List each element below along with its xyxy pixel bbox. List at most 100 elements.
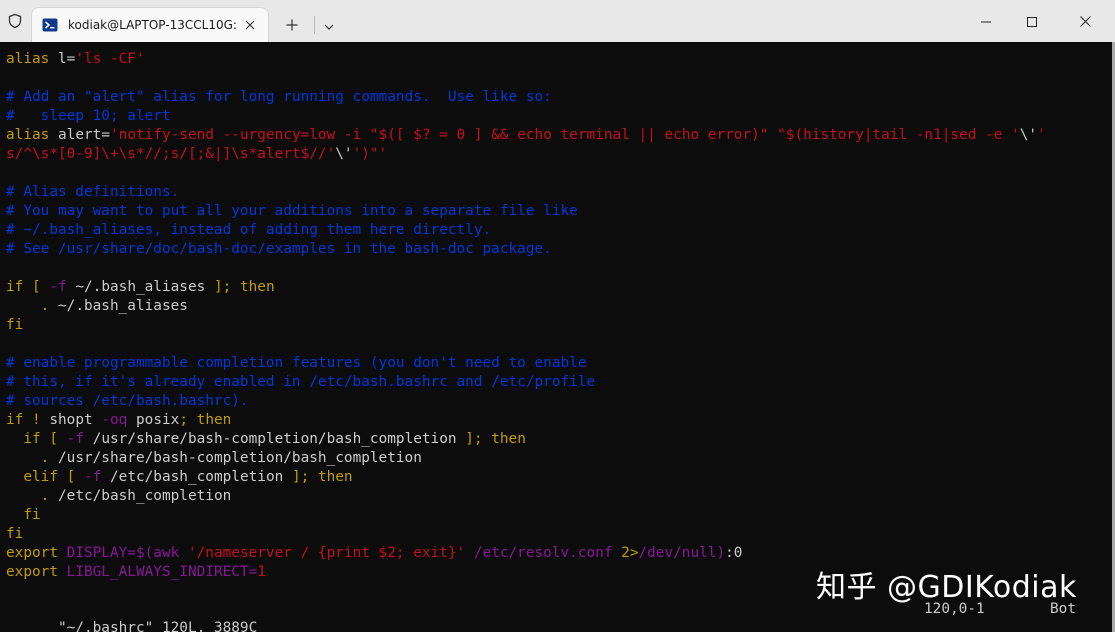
code-token: # See /usr/share/doc/bash-doc/examples i…	[6, 241, 552, 257]
code-token: then	[196, 412, 232, 428]
code-token: fi	[23, 507, 41, 523]
code-token: # ~/.bash_aliases, instead of adding the…	[6, 222, 492, 238]
code-token: \'	[335, 146, 353, 162]
code-token: -f	[66, 431, 84, 447]
editor-line[interactable]: fi	[6, 525, 1115, 544]
editor-line[interactable]: # See /usr/share/doc/bash-doc/examples i…	[6, 240, 1115, 259]
code-token: '/nameserver / {print $2; exit}'	[187, 545, 466, 561]
editor-line[interactable]	[6, 259, 1115, 278]
editor-line[interactable]: . ~/.bash_aliases	[6, 297, 1115, 316]
close-icon	[1079, 12, 1091, 31]
editor-line[interactable]: # this, if it's already enabled in /etc/…	[6, 373, 1115, 392]
code-token: :0	[725, 545, 743, 561]
code-token: # sleep 10; alert	[6, 108, 171, 124]
editor-line[interactable]: alias l='ls -CF'	[6, 50, 1115, 69]
editor-line[interactable]: . /etc/bash_completion	[6, 487, 1115, 506]
editor-line[interactable]: if [ -f /usr/share/bash-completion/bash_…	[6, 430, 1115, 449]
editor-line[interactable]	[6, 164, 1115, 183]
window-close-button[interactable]	[1055, 0, 1115, 42]
code-token: -f	[84, 469, 102, 485]
editor-line[interactable]: # sleep 10; alert	[6, 107, 1115, 126]
code-token: shopt	[40, 412, 102, 428]
editor-line[interactable]: # Alias definitions.	[6, 183, 1115, 202]
code-token: ')"'	[352, 146, 388, 162]
close-icon[interactable]	[239, 14, 260, 36]
editor-line[interactable]: alias alert='notify-send --urgency=low -…	[6, 126, 1115, 145]
code-token: $(awk	[135, 545, 188, 561]
code-token: /dev/null)	[638, 545, 726, 561]
tab-dropdown-button[interactable]	[315, 8, 343, 42]
new-tab-button[interactable]	[278, 8, 306, 42]
code-token: # Add an "alert" alias for long running …	[6, 89, 552, 105]
editor-line[interactable]: # You may want to put all your additions…	[6, 202, 1115, 221]
code-token: 'notify-send --urgency=low -i "$([ $? = …	[110, 127, 1020, 143]
code-token: ~/.bash_aliases	[49, 298, 188, 314]
code-token: alert	[58, 127, 102, 143]
code-token: export	[6, 545, 58, 561]
code-token: # Alias definitions.	[6, 184, 180, 200]
code-token: ];	[291, 469, 310, 485]
editor-line[interactable]: # ~/.bash_aliases, instead of adding the…	[6, 221, 1115, 240]
editor-line[interactable]: # enable programmable completion feature…	[6, 354, 1115, 373]
minimize-button[interactable]	[963, 0, 1009, 42]
code-token: -oq	[101, 412, 128, 428]
chevron-down-icon	[324, 16, 334, 35]
code-token: \'	[1019, 127, 1038, 143]
code-token: DISPLAY=	[66, 545, 136, 561]
code-token: 1	[257, 564, 266, 580]
code-token: elif	[23, 469, 58, 485]
editor-line[interactable]: # sources /etc/bash.bashrc).	[6, 392, 1115, 411]
editor-line[interactable]: export DISPLAY=$(awk '/nameserver / {pri…	[6, 544, 1115, 563]
code-token: [	[49, 431, 58, 447]
code-token: =	[101, 127, 110, 143]
code-token: export	[6, 564, 58, 580]
maximize-button[interactable]	[1009, 0, 1055, 42]
code-token: /usr/share/bash-completion/bash_completi…	[49, 450, 422, 466]
plus-icon	[286, 16, 298, 35]
code-token: 2>	[621, 545, 639, 561]
code-token: /etc/bash_completion	[49, 488, 232, 504]
code-token: if	[6, 412, 24, 428]
editor-line[interactable]	[6, 69, 1115, 88]
code-token: /usr/share/bash-completion/bash_completi…	[84, 431, 466, 447]
editor-line[interactable]: fi	[6, 506, 1115, 525]
shield-icon[interactable]	[0, 0, 30, 42]
code-token: ;	[179, 412, 188, 428]
minimize-icon	[981, 12, 991, 31]
code-token: if	[6, 279, 24, 295]
editor-buffer[interactable]: alias l='ls -CF' # Add an "alert" alias f…	[6, 50, 1115, 582]
code-token: if	[23, 431, 41, 447]
code-token: # You may want to put all your additions…	[6, 203, 578, 219]
editor-line[interactable]: if ! shopt -oq posix; then	[6, 411, 1115, 430]
code-token: alias	[6, 127, 50, 143]
editor-line[interactable]: s/^\s*[0-9]\+\s*//;s/[;&|]\s*alert$//'\'…	[6, 145, 1115, 164]
title-bar: kodiak@LAPTOP-13CCL10G: /r	[0, 0, 1115, 42]
code-token: # enable programmable completion feature…	[6, 355, 587, 371]
watermark: 知乎 @GDIKodiak	[816, 570, 1077, 605]
editor-line[interactable]: if [ -f ~/.bash_aliases ]; then	[6, 278, 1115, 297]
editor-line[interactable]: # Add an "alert" alias for long running …	[6, 88, 1115, 107]
code-token: fi	[6, 526, 24, 542]
terminal-pane[interactable]: alias l='ls -CF' # Add an "alert" alias f…	[0, 42, 1115, 632]
editor-line[interactable]: . /usr/share/bash-completion/bash_comple…	[6, 449, 1115, 468]
tab-active[interactable]: kodiak@LAPTOP-13CCL10G: /r	[32, 8, 268, 42]
code-token: fi	[6, 317, 24, 333]
code-token: LIBGL_ALWAYS_INDIRECT=	[66, 564, 258, 580]
editor-line[interactable]: elif [ -f /etc/bash_completion ]; then	[6, 468, 1115, 487]
tab-title: kodiak@LAPTOP-13CCL10G: /r	[68, 18, 240, 32]
editor-line[interactable]	[6, 335, 1115, 354]
code-token: # this, if it's already enabled in /etc/…	[6, 374, 596, 390]
code-token: s/^\s*[0-9]\+\s*//;s/[;&|]\s*alert$//'	[6, 146, 336, 162]
editor-line[interactable]: fi	[6, 316, 1115, 335]
